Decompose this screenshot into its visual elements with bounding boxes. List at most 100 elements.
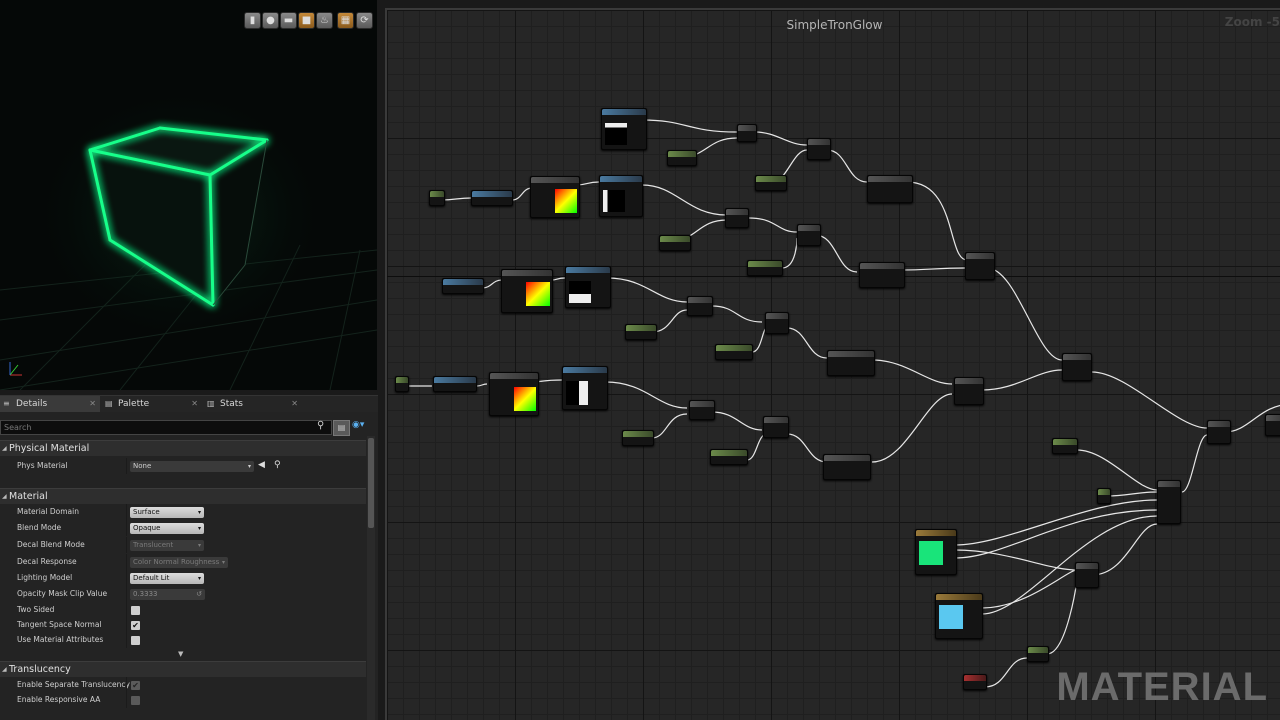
chevron-down-icon: ▾	[197, 542, 201, 549]
section-material[interactable]: ◢ Material	[0, 488, 366, 504]
axis-gizmo-icon	[9, 362, 22, 376]
texture-sample-node[interactable]	[599, 175, 643, 217]
chevron-down-icon: ▾	[247, 463, 251, 470]
section-translucency[interactable]: ◢ Translucency	[0, 661, 366, 677]
close-icon[interactable]: ✕	[291, 396, 298, 412]
texture-sample-node[interactable]	[601, 108, 647, 150]
texture-sample-node[interactable]	[562, 366, 608, 410]
constant-node[interactable]	[1097, 488, 1111, 504]
multiply-node[interactable]	[471, 190, 513, 206]
constant-node[interactable]	[1027, 646, 1049, 662]
decal-response-dropdown: Color Normal Roughness ▾	[130, 557, 228, 568]
power-node[interactable]	[737, 124, 757, 142]
material-graph-canvas[interactable]: SimpleTronGlow Zoom -5 MATERIAL	[385, 8, 1280, 720]
multiply-node[interactable]	[442, 278, 484, 294]
texcoord-node[interactable]	[429, 190, 445, 206]
material-output-node[interactable]	[1265, 414, 1280, 436]
close-icon[interactable]: ✕	[89, 396, 96, 412]
details-scrollbar-thumb[interactable]	[368, 438, 374, 528]
material-domain-dropdown[interactable]: Surface ▾	[130, 507, 204, 518]
emissive-color-parameter-node[interactable]	[915, 529, 957, 575]
lerp-node[interactable]	[1062, 353, 1092, 381]
clamp-node[interactable]	[867, 175, 913, 203]
scalar-parameter-node[interactable]	[667, 150, 697, 166]
base-color-swatch	[939, 605, 963, 629]
preview-scene	[0, 75, 377, 390]
search-icon[interactable]: ⚲	[317, 420, 324, 431]
close-icon[interactable]: ✕	[191, 396, 198, 412]
blend-mode-dropdown[interactable]: Opaque ▾	[130, 523, 204, 534]
texture-preview	[566, 381, 588, 405]
multiply-node[interactable]	[763, 416, 789, 438]
material-preview-viewport[interactable]: ▮ ● ▬ ■ ♨ ▦ ⟳	[0, 0, 377, 390]
texture-preview	[569, 281, 591, 303]
multiply-node[interactable]	[807, 138, 831, 160]
power-node[interactable]	[687, 296, 713, 316]
property-label: Enable Separate Translucency	[17, 680, 130, 689]
opacity-mask-clip-value-field: 0.3333 ↺	[130, 589, 205, 600]
eye-icon[interactable]: ◉▾	[352, 420, 364, 430]
teapot-icon[interactable]: ♨	[316, 12, 333, 29]
add-node[interactable]	[1207, 420, 1231, 444]
plane-icon[interactable]: ▬	[280, 12, 297, 29]
scalar-parameter-node[interactable]	[622, 430, 654, 446]
vector-parameter-node[interactable]	[963, 674, 987, 690]
scalar-parameter-node[interactable]	[659, 235, 691, 251]
panner-node[interactable]	[489, 372, 539, 416]
property-row-separate-translucency: Enable Separate Translucency ✔	[0, 677, 366, 693]
sphere-icon[interactable]: ●	[262, 12, 279, 29]
view-options-icon[interactable]: ▤	[333, 420, 350, 436]
mesh-icon[interactable]: ▦	[337, 12, 354, 29]
scalar-parameter-node[interactable]	[710, 449, 748, 465]
use-material-attributes-checkbox[interactable]	[131, 636, 140, 645]
property-label: Decal Response	[17, 557, 77, 566]
property-row-decal-response: Decal Response Color Normal Roughness ▾	[0, 554, 366, 570]
lerp-node[interactable]	[1075, 562, 1099, 588]
lerp-node[interactable]	[954, 377, 984, 405]
realtime-icon[interactable]: ⟳	[356, 12, 373, 29]
collapse-icon: ◢	[2, 445, 7, 452]
texcoord-node[interactable]	[395, 376, 409, 392]
lighting-model-dropdown[interactable]: Default Lit ▾	[130, 573, 204, 584]
cylinder-icon[interactable]: ▮	[244, 12, 261, 29]
search-input[interactable]: Search	[0, 420, 332, 435]
property-label: Phys Material	[17, 461, 68, 470]
cube-icon[interactable]: ■	[298, 12, 315, 29]
details-panel: Search ⚲ ▤ ◉▾ ◢ Physical Material Phys M…	[0, 412, 378, 720]
property-label: Two Sided	[17, 605, 55, 614]
multiply-node[interactable]	[797, 224, 821, 246]
collapse-icon: ◢	[2, 666, 7, 673]
panner-node[interactable]	[530, 176, 580, 218]
scalar-parameter-node[interactable]	[747, 260, 783, 276]
property-row-material-domain: Material Domain Surface ▾	[0, 504, 366, 520]
scalar-parameter-node[interactable]	[1052, 438, 1078, 454]
scalar-parameter-node[interactable]	[715, 344, 753, 360]
lerp-node[interactable]	[1157, 480, 1181, 524]
scalar-parameter-node[interactable]	[755, 175, 787, 191]
multiply-node[interactable]	[433, 376, 477, 392]
chevron-down-icon: ▾	[197, 509, 201, 516]
tab-details[interactable]: ≡ Details ✕	[0, 396, 100, 412]
expand-advanced-icon[interactable]: ▼	[178, 650, 183, 658]
tab-palette[interactable]: ▤ Palette ✕	[102, 396, 202, 412]
browse-search-icon[interactable]: ⚲	[274, 460, 281, 470]
base-color-parameter-node[interactable]	[935, 593, 983, 639]
tangent-space-normal-checkbox[interactable]: ✔	[131, 621, 140, 630]
power-node[interactable]	[725, 208, 749, 228]
clamp-node[interactable]	[859, 262, 905, 288]
multiply-node[interactable]	[765, 312, 789, 334]
panner-node[interactable]	[501, 269, 553, 313]
phys-material-picker[interactable]: None ▾	[130, 461, 254, 472]
lerp-node[interactable]	[965, 252, 995, 280]
section-header-label: Physical Material	[9, 443, 90, 454]
clamp-node[interactable]	[827, 350, 875, 376]
scalar-parameter-node[interactable]	[625, 324, 657, 340]
texture-sample-node[interactable]	[565, 266, 611, 308]
power-node[interactable]	[689, 400, 715, 420]
two-sided-checkbox[interactable]	[131, 606, 140, 615]
use-selected-arrow-icon[interactable]: ◀	[258, 460, 265, 470]
tab-stats[interactable]: ▥ Stats ✕	[204, 396, 302, 412]
section-physical-material[interactable]: ◢ Physical Material	[0, 440, 366, 456]
property-row: Phys Material None ▾ ◀ ⚲	[0, 458, 366, 474]
clamp-node[interactable]	[823, 454, 871, 480]
